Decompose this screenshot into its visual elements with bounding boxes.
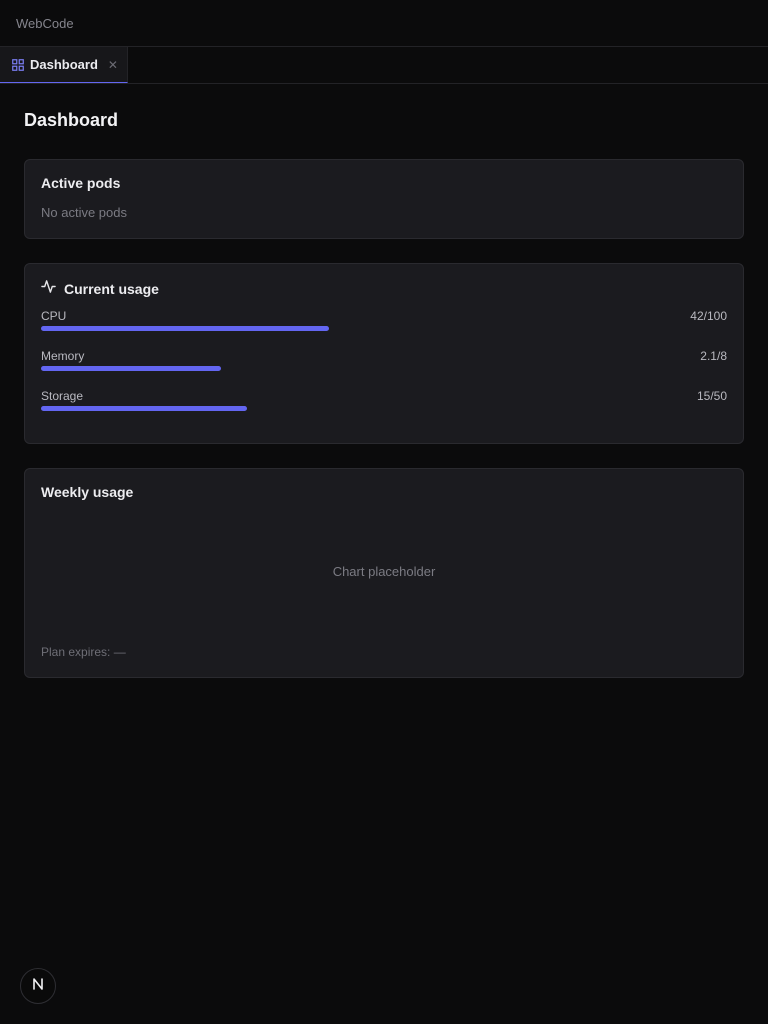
dashboard-grid-icon — [12, 58, 24, 71]
metric-value: 42/100 — [690, 309, 727, 323]
chart-placeholder: Chart placeholder — [332, 564, 436, 579]
current-usage-title: Current usage — [64, 281, 159, 297]
tab-bar: Dashboard ✕ — [0, 47, 768, 84]
active-pods-empty-text: No active pods — [41, 205, 127, 220]
usage-bar-fill — [41, 406, 247, 411]
n-logo-icon — [31, 977, 45, 996]
metric-label: CPU — [41, 309, 67, 323]
usage-bar — [41, 406, 727, 411]
usage-bar-fill — [41, 366, 222, 371]
current-usage-card: Current usage CPU 42/100 Memory 2.1/8 St… — [24, 263, 744, 444]
usage-bar — [41, 326, 727, 331]
metric-storage: Storage 15/50 — [41, 389, 727, 419]
metric-memory: Memory 2.1/8 — [41, 349, 727, 379]
active-pods-title: Active pods — [41, 175, 121, 191]
weekly-usage-card: Weekly usage Chart placeholder Plan expi… — [24, 468, 744, 678]
activity-pulse-icon — [41, 279, 56, 299]
current-usage-header: Current usage — [41, 279, 159, 299]
usage-bar-fill — [41, 326, 330, 331]
tab-label: Dashboard — [30, 57, 98, 72]
page-title: Dashboard — [24, 110, 119, 130]
metric-value: 15/50 — [696, 389, 727, 403]
weekly-usage-title: Weekly usage — [41, 484, 134, 500]
app-title: WebCode — [16, 15, 74, 31]
metric-value: 2.1/8 — [700, 349, 727, 363]
tab-dashboard[interactable]: Dashboard ✕ — [0, 47, 128, 83]
plan-expires: Plan expires: — — [41, 645, 126, 659]
metric-label: Storage — [41, 389, 84, 403]
n-logo-button[interactable] — [20, 968, 56, 1004]
title-bar: WebCode — [0, 0, 768, 47]
active-pods-card: Active pods No active pods — [24, 159, 744, 239]
usage-bar — [41, 366, 727, 371]
close-icon[interactable]: ✕ — [108, 59, 118, 71]
metric-cpu: CPU 42/100 — [41, 309, 727, 339]
metric-label: Memory — [41, 349, 85, 363]
